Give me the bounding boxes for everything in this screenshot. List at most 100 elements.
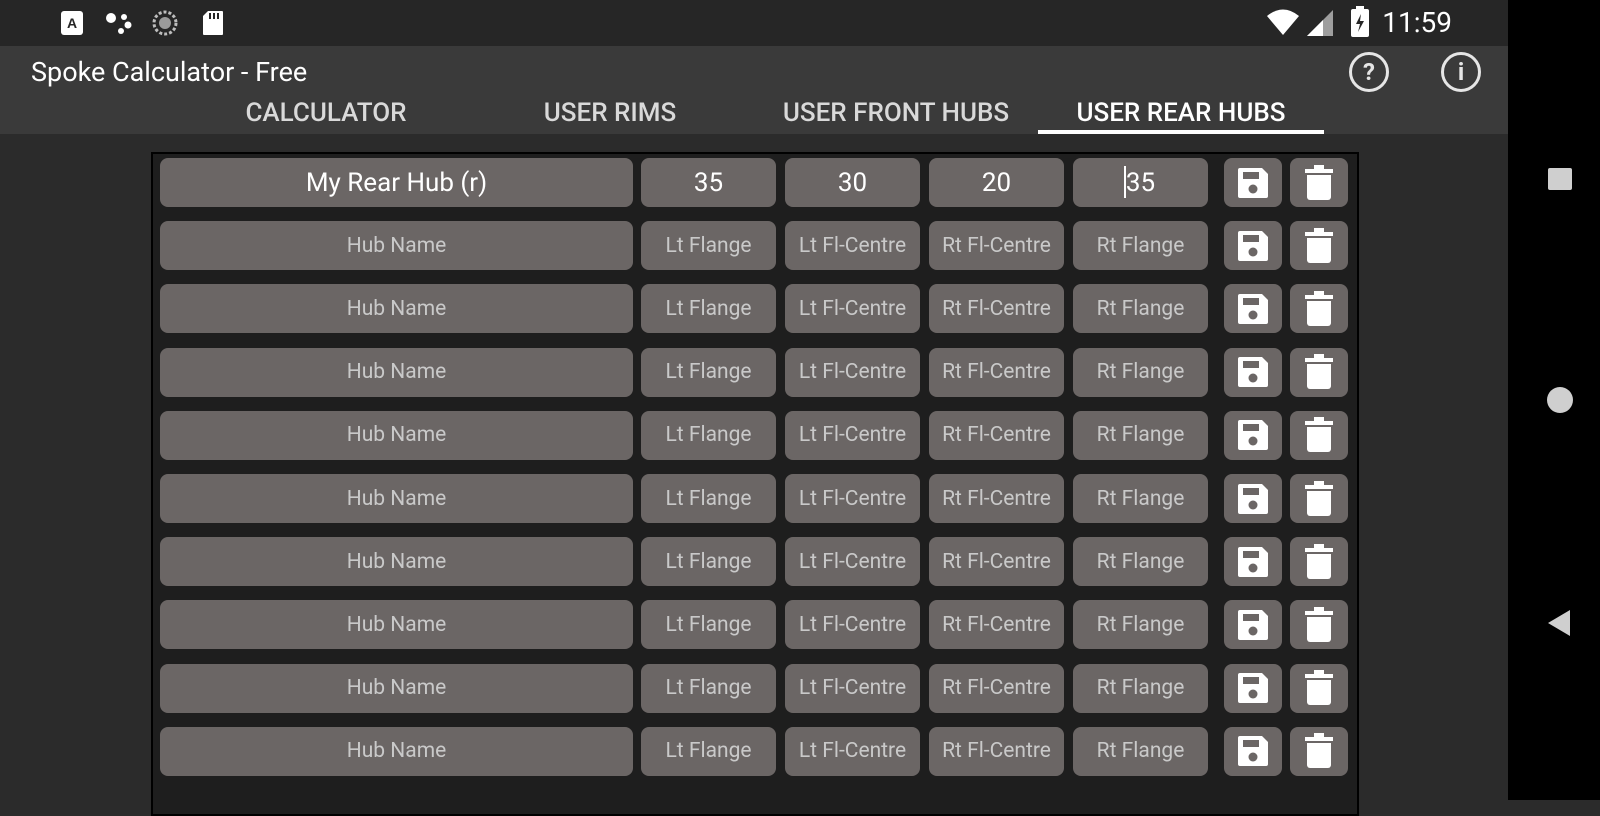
navigation-bar	[1508, 0, 1600, 800]
hub-name-field[interactable]: Hub Name	[160, 600, 633, 650]
save-icon	[1238, 357, 1268, 388]
tab-user-front-hubs[interactable]: USER FRONT HUBS	[760, 98, 1032, 134]
rt-flange-field[interactable]: Rt Flange	[1073, 537, 1208, 587]
delete-button[interactable]	[1290, 347, 1348, 397]
rt-fl-centre-text: Rt Fl-Centre	[942, 549, 1051, 574]
rt-fl-centre-field[interactable]: Rt Fl-Centre	[929, 537, 1064, 587]
back-icon[interactable]	[1548, 610, 1570, 636]
save-button[interactable]	[1224, 158, 1282, 207]
lt-flange-field[interactable]: Lt Flange	[641, 600, 776, 650]
lt-fl-centre-field[interactable]: Lt Fl-Centre	[785, 410, 920, 460]
lt-flange-text: Lt Flange	[665, 612, 752, 637]
hub-name-field[interactable]: Hub Name	[160, 410, 633, 460]
hub-name-text: Hub Name	[346, 360, 447, 385]
delete-button[interactable]	[1290, 663, 1348, 713]
lt-fl-centre-field[interactable]: Lt Fl-Centre	[785, 537, 920, 587]
tab-label: USER RIMS	[543, 98, 677, 128]
tab-user-rear-hubs[interactable]: USER REAR HUBS	[1038, 98, 1324, 134]
lt-flange-text: Lt Flange	[665, 739, 752, 764]
lt-flange-field[interactable]: Lt Flange	[641, 284, 776, 334]
rt-flange-field[interactable]: Rt Flange	[1073, 221, 1208, 271]
home-icon[interactable]	[1547, 387, 1573, 413]
lt-flange-field[interactable]: Lt Flange	[641, 410, 776, 460]
hub-name-field[interactable]: Hub Name	[160, 726, 633, 776]
rt-flange-field[interactable]: Rt Flange	[1073, 663, 1208, 713]
save-button[interactable]	[1224, 474, 1282, 523]
rt-flange-field[interactable]: Rt Flange	[1073, 600, 1208, 650]
delete-button[interactable]	[1290, 221, 1348, 271]
rt-flange-field[interactable]: Rt Flange	[1073, 347, 1208, 397]
rt-flange-field[interactable]: Rt Flange	[1073, 410, 1208, 460]
hub-name-field[interactable]: Hub Name	[160, 347, 633, 397]
rt-fl-centre-field[interactable]: Rt Fl-Centre	[929, 474, 1064, 523]
rt-flange-text: Rt Flange	[1096, 233, 1185, 258]
rt-flange-field[interactable]: Rt Flange	[1073, 284, 1208, 334]
lt-fl-centre-field[interactable]: 30	[785, 158, 920, 207]
delete-icon	[1305, 227, 1333, 263]
delete-button[interactable]	[1290, 410, 1348, 460]
hub-name-field[interactable]: Hub Name	[160, 284, 633, 334]
rt-fl-centre-text: Rt Fl-Centre	[942, 233, 1051, 258]
delete-button[interactable]	[1290, 600, 1348, 650]
lt-fl-centre-field[interactable]: Lt Fl-Centre	[785, 726, 920, 776]
lt-flange-field[interactable]: Lt Flange	[641, 663, 776, 713]
hub-name-field[interactable]: Hub Name	[160, 221, 633, 271]
lt-flange-text: Lt Flange	[665, 360, 752, 385]
lt-flange-field[interactable]: 35	[641, 158, 776, 207]
lt-flange-field[interactable]: Lt Flange	[641, 537, 776, 587]
lt-flange-field[interactable]: Lt Flange	[641, 347, 776, 397]
rt-fl-centre-field[interactable]: Rt Fl-Centre	[929, 284, 1064, 334]
lt-fl-centre-field[interactable]: Lt Fl-Centre	[785, 221, 920, 271]
rt-flange-field[interactable]: Rt Flange	[1073, 726, 1208, 776]
save-button[interactable]	[1224, 410, 1282, 460]
lt-fl-centre-field[interactable]: Lt Fl-Centre	[785, 284, 920, 334]
hub-name-field[interactable]: My Rear Hub (r)	[160, 158, 633, 207]
rt-fl-centre-field[interactable]: Rt Fl-Centre	[929, 347, 1064, 397]
help-icon[interactable]: ?	[1349, 52, 1389, 92]
lt-fl-centre-field[interactable]: Lt Fl-Centre	[785, 600, 920, 650]
tab-label: USER REAR HUBS	[1076, 98, 1286, 128]
lt-fl-centre-field[interactable]: Lt Fl-Centre	[785, 347, 920, 397]
delete-button[interactable]	[1290, 537, 1348, 587]
delete-button[interactable]	[1290, 158, 1348, 207]
tab-calculator[interactable]: CALCULATOR	[220, 98, 432, 134]
hub-name-field[interactable]: Hub Name	[160, 537, 633, 587]
save-button[interactable]	[1224, 663, 1282, 713]
hub-name-field[interactable]: Hub Name	[160, 474, 633, 523]
rt-fl-centre-field[interactable]: Rt Fl-Centre	[929, 221, 1064, 271]
rt-flange-field[interactable]: 35	[1073, 158, 1208, 207]
recents-icon[interactable]	[1548, 168, 1572, 190]
delete-icon	[1305, 480, 1333, 516]
lt-fl-centre-field[interactable]: Lt Fl-Centre	[785, 663, 920, 713]
rt-fl-centre-field[interactable]: Rt Fl-Centre	[929, 600, 1064, 650]
lt-fl-centre-field[interactable]: Lt Fl-Centre	[785, 474, 920, 523]
hub-name-field[interactable]: Hub Name	[160, 663, 633, 713]
save-button[interactable]	[1224, 600, 1282, 650]
tab-user-rims[interactable]: USER RIMS	[510, 98, 710, 134]
rt-fl-centre-field[interactable]: 20	[929, 158, 1064, 207]
save-button[interactable]	[1224, 221, 1282, 271]
info-icon[interactable]: i	[1441, 52, 1481, 92]
hub-name-text: My Rear Hub (r)	[305, 167, 488, 198]
save-icon	[1238, 546, 1268, 577]
lt-flange-field[interactable]: Lt Flange	[641, 726, 776, 776]
save-button[interactable]	[1224, 284, 1282, 334]
lt-flange-field[interactable]: Lt Flange	[641, 221, 776, 271]
delete-icon	[1305, 606, 1333, 642]
save-button[interactable]	[1224, 537, 1282, 587]
rt-fl-centre-field[interactable]: Rt Fl-Centre	[929, 410, 1064, 460]
delete-icon	[1305, 543, 1333, 579]
delete-button[interactable]	[1290, 726, 1348, 776]
save-button[interactable]	[1224, 347, 1282, 397]
sync-icon	[152, 10, 178, 36]
rt-fl-centre-field[interactable]: Rt Fl-Centre	[929, 726, 1064, 776]
save-icon	[1238, 167, 1268, 198]
hub-name-text: Hub Name	[346, 233, 447, 258]
delete-button[interactable]	[1290, 474, 1348, 523]
tab-label: USER FRONT HUBS	[782, 98, 1010, 128]
save-button[interactable]	[1224, 726, 1282, 776]
lt-flange-field[interactable]: Lt Flange	[641, 474, 776, 523]
rt-fl-centre-field[interactable]: Rt Fl-Centre	[929, 663, 1064, 713]
delete-button[interactable]	[1290, 284, 1348, 334]
rt-flange-field[interactable]: Rt Flange	[1073, 474, 1208, 523]
